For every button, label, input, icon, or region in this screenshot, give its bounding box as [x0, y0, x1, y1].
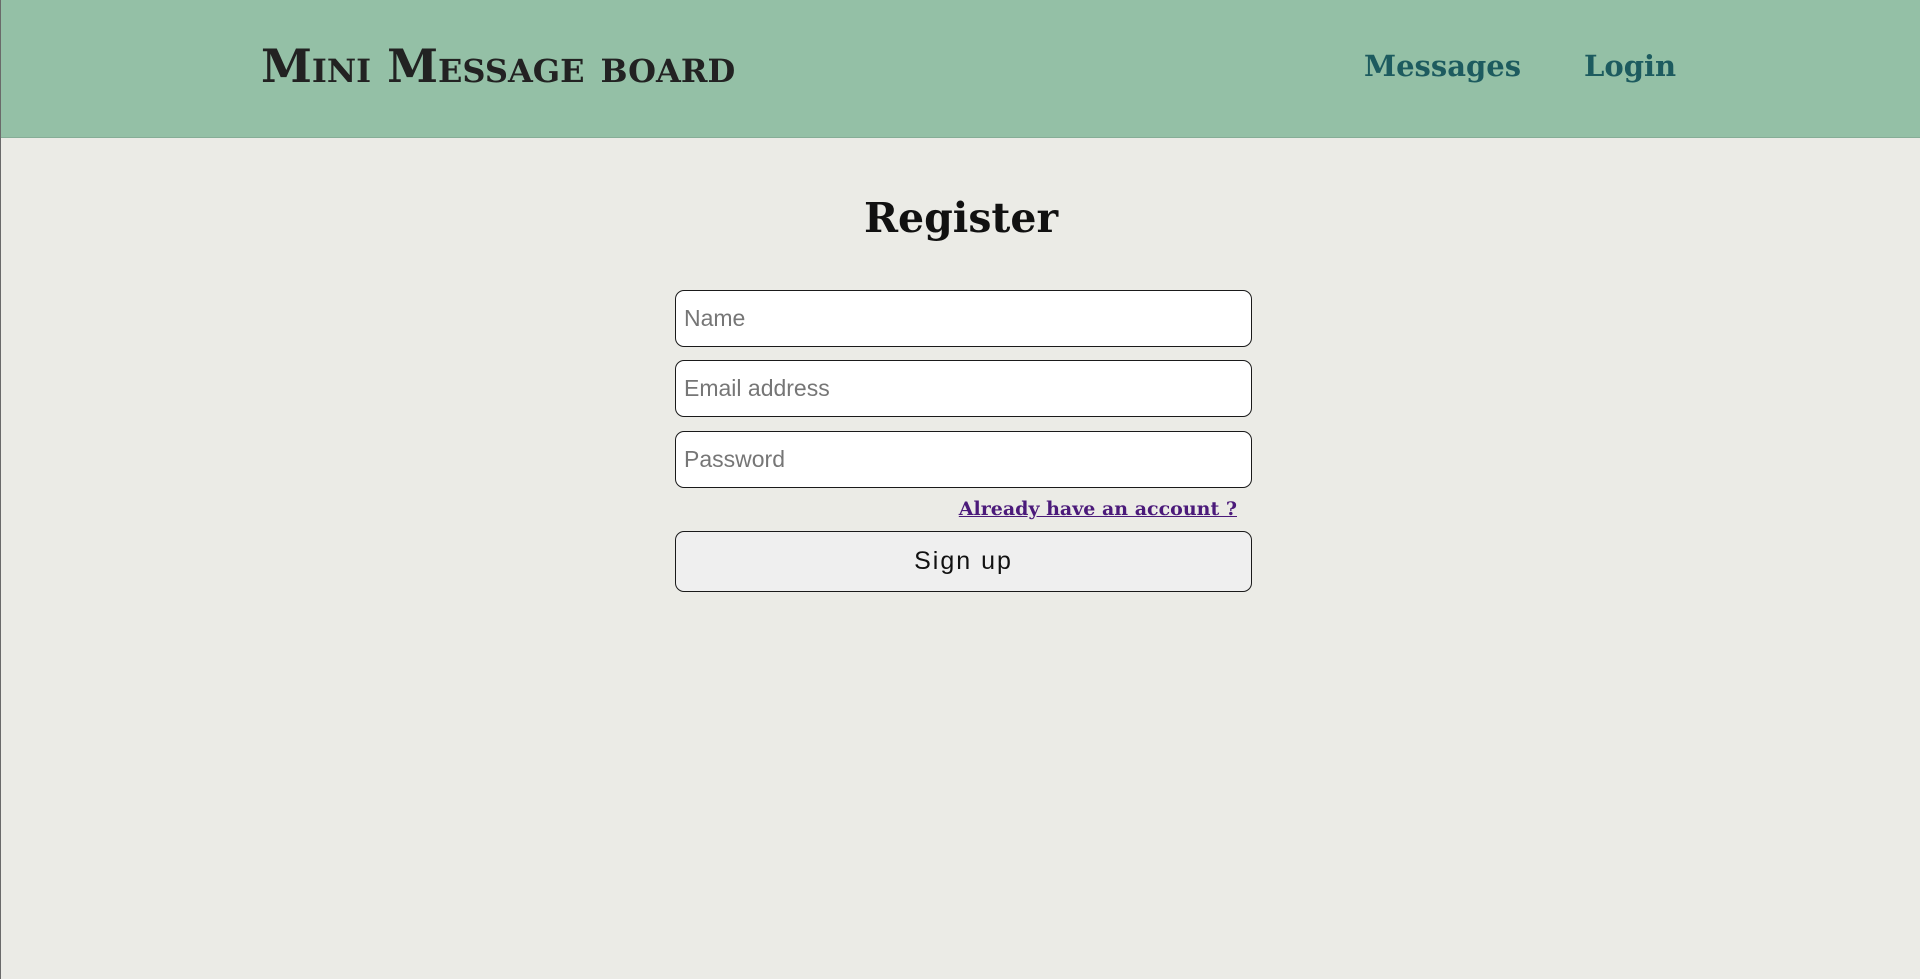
email-input[interactable] — [675, 360, 1252, 417]
login-instead-link[interactable]: Already have an account ? — [959, 496, 1237, 522]
name-input[interactable] — [675, 290, 1252, 347]
nav-link-messages[interactable]: Messages — [1364, 46, 1521, 86]
sign-up-button[interactable]: Sign up — [675, 531, 1252, 592]
password-input[interactable] — [675, 431, 1252, 488]
site-logo[interactable]: Mini Message board — [261, 38, 735, 94]
register-title: Register — [863, 194, 1059, 242]
nav-link-login[interactable]: Login — [1584, 46, 1676, 86]
site-header: Mini Message board Messages Login — [1, 0, 1920, 138]
